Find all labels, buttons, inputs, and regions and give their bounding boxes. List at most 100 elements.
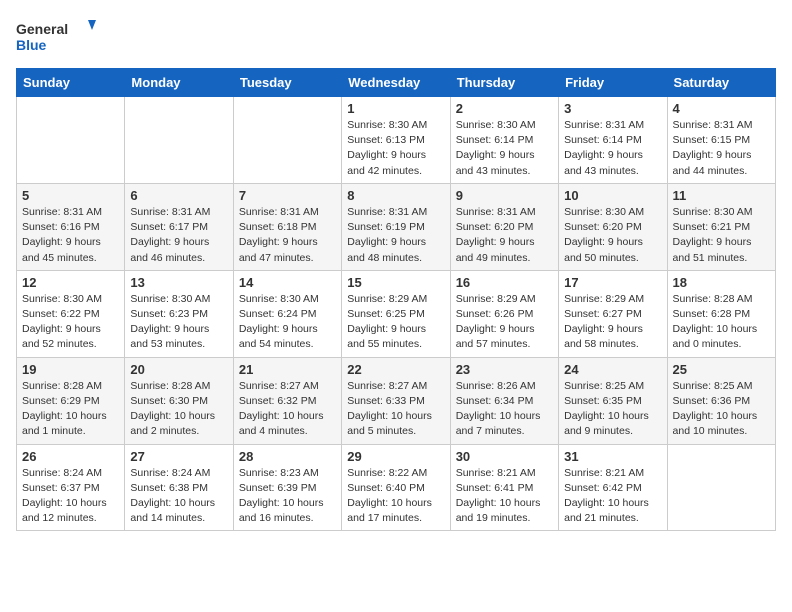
day-number: 20 — [130, 362, 227, 377]
calendar-cell: 7 Sunrise: 8:31 AM Sunset: 6:18 PM Daylig… — [233, 183, 341, 270]
day-number: 4 — [673, 101, 770, 116]
logo: General Blue — [16, 16, 96, 56]
calendar-cell: 9 Sunrise: 8:31 AM Sunset: 6:20 PM Daylig… — [450, 183, 558, 270]
day-number: 16 — [456, 275, 553, 290]
calendar-cell: 15Sunrise: 8:29 AM Sunset: 6:25 PM Dayli… — [342, 270, 450, 357]
week-row-5: 26Sunrise: 8:24 AM Sunset: 6:37 PM Dayli… — [17, 444, 776, 531]
calendar-cell: 22 Sunrise: 8:27 AM Sunset: 6:33 PM Dayli… — [342, 357, 450, 444]
day-info: Sunrise: 8:28 AM Sunset: 6:28 PM Dayligh… — [673, 292, 770, 353]
calendar-cell: 3 Sunrise: 8:31 AM Sunset: 6:14 PM Daylig… — [559, 97, 667, 184]
weekday-header-wednesday: Wednesday — [342, 69, 450, 97]
calendar-table: SundayMondayTuesdayWednesdayThursdayFrid… — [16, 68, 776, 531]
week-row-1: 1 Sunrise: 8:30 AM Sunset: 6:13 PM Daylig… — [17, 97, 776, 184]
day-number: 29 — [347, 449, 444, 464]
day-number: 7 — [239, 188, 336, 203]
day-number: 14 — [239, 275, 336, 290]
logo-icon: General Blue — [16, 16, 96, 56]
day-number: 19 — [22, 362, 119, 377]
calendar-cell — [125, 97, 233, 184]
day-info: Sunrise: 8:29 AM Sunset: 6:27 PM Dayligh… — [564, 292, 661, 353]
calendar-cell: 28Sunrise: 8:23 AM Sunset: 6:39 PM Dayli… — [233, 444, 341, 531]
day-info: Sunrise: 8:30 AM Sunset: 6:23 PM Dayligh… — [130, 292, 227, 353]
calendar-cell: 12 Sunrise: 8:30 AM Sunset: 6:22 PM Dayli… — [17, 270, 125, 357]
calendar-cell: 29Sunrise: 8:22 AM Sunset: 6:40 PM Dayli… — [342, 444, 450, 531]
calendar-cell: 6 Sunrise: 8:31 AM Sunset: 6:17 PM Daylig… — [125, 183, 233, 270]
calendar-cell: 14Sunrise: 8:30 AM Sunset: 6:24 PM Dayli… — [233, 270, 341, 357]
day-number: 25 — [673, 362, 770, 377]
calendar-cell: 30 Sunrise: 8:21 AM Sunset: 6:41 PM Dayli… — [450, 444, 558, 531]
svg-text:Blue: Blue — [16, 37, 47, 53]
calendar-cell: 5 Sunrise: 8:31 AM Sunset: 6:16 PM Daylig… — [17, 183, 125, 270]
day-info: Sunrise: 8:27 AM Sunset: 6:32 PM Dayligh… — [239, 379, 336, 440]
calendar-cell: 1 Sunrise: 8:30 AM Sunset: 6:13 PM Daylig… — [342, 97, 450, 184]
calendar-cell: 21 Sunrise: 8:27 AM Sunset: 6:32 PM Dayli… — [233, 357, 341, 444]
day-info: Sunrise: 8:29 AM Sunset: 6:26 PM Dayligh… — [456, 292, 553, 353]
day-info: Sunrise: 8:30 AM Sunset: 6:13 PM Dayligh… — [347, 118, 444, 179]
calendar-cell: 4 Sunrise: 8:31 AM Sunset: 6:15 PM Daylig… — [667, 97, 775, 184]
day-info: Sunrise: 8:25 AM Sunset: 6:36 PM Dayligh… — [673, 379, 770, 440]
weekday-header-saturday: Saturday — [667, 69, 775, 97]
svg-text:General: General — [16, 21, 68, 37]
calendar-cell: 8Sunrise: 8:31 AM Sunset: 6:19 PM Daylig… — [342, 183, 450, 270]
calendar-cell: 10Sunrise: 8:30 AM Sunset: 6:20 PM Dayli… — [559, 183, 667, 270]
calendar-cell: 16 Sunrise: 8:29 AM Sunset: 6:26 PM Dayli… — [450, 270, 558, 357]
day-number: 6 — [130, 188, 227, 203]
day-number: 3 — [564, 101, 661, 116]
day-number: 12 — [22, 275, 119, 290]
day-info: Sunrise: 8:21 AM Sunset: 6:41 PM Dayligh… — [456, 466, 553, 527]
weekday-header-tuesday: Tuesday — [233, 69, 341, 97]
day-number: 26 — [22, 449, 119, 464]
calendar-cell: 23Sunrise: 8:26 AM Sunset: 6:34 PM Dayli… — [450, 357, 558, 444]
day-number: 22 — [347, 362, 444, 377]
weekday-header-row: SundayMondayTuesdayWednesdayThursdayFrid… — [17, 69, 776, 97]
day-number: 17 — [564, 275, 661, 290]
day-info: Sunrise: 8:31 AM Sunset: 6:15 PM Dayligh… — [673, 118, 770, 179]
day-number: 10 — [564, 188, 661, 203]
calendar-cell: 17 Sunrise: 8:29 AM Sunset: 6:27 PM Dayli… — [559, 270, 667, 357]
day-info: Sunrise: 8:24 AM Sunset: 6:38 PM Dayligh… — [130, 466, 227, 527]
day-number: 9 — [456, 188, 553, 203]
day-info: Sunrise: 8:31 AM Sunset: 6:14 PM Dayligh… — [564, 118, 661, 179]
day-info: Sunrise: 8:27 AM Sunset: 6:33 PM Dayligh… — [347, 379, 444, 440]
weekday-header-thursday: Thursday — [450, 69, 558, 97]
day-number: 23 — [456, 362, 553, 377]
calendar-header: General Blue — [16, 16, 776, 56]
calendar-cell: 19 Sunrise: 8:28 AM Sunset: 6:29 PM Dayli… — [17, 357, 125, 444]
day-info: Sunrise: 8:31 AM Sunset: 6:19 PM Dayligh… — [347, 205, 444, 266]
day-number: 27 — [130, 449, 227, 464]
week-row-2: 5 Sunrise: 8:31 AM Sunset: 6:16 PM Daylig… — [17, 183, 776, 270]
day-info: Sunrise: 8:30 AM Sunset: 6:22 PM Dayligh… — [22, 292, 119, 353]
calendar-cell — [233, 97, 341, 184]
day-info: Sunrise: 8:28 AM Sunset: 6:30 PM Dayligh… — [130, 379, 227, 440]
calendar-cell: 27 Sunrise: 8:24 AM Sunset: 6:38 PM Dayli… — [125, 444, 233, 531]
calendar-cell — [667, 444, 775, 531]
day-number: 13 — [130, 275, 227, 290]
day-number: 18 — [673, 275, 770, 290]
day-number: 21 — [239, 362, 336, 377]
calendar-cell: 18 Sunrise: 8:28 AM Sunset: 6:28 PM Dayli… — [667, 270, 775, 357]
calendar-cell: 26Sunrise: 8:24 AM Sunset: 6:37 PM Dayli… — [17, 444, 125, 531]
day-info: Sunrise: 8:31 AM Sunset: 6:18 PM Dayligh… — [239, 205, 336, 266]
day-info: Sunrise: 8:30 AM Sunset: 6:21 PM Dayligh… — [673, 205, 770, 266]
day-info: Sunrise: 8:30 AM Sunset: 6:14 PM Dayligh… — [456, 118, 553, 179]
day-number: 11 — [673, 188, 770, 203]
day-info: Sunrise: 8:31 AM Sunset: 6:16 PM Dayligh… — [22, 205, 119, 266]
day-info: Sunrise: 8:31 AM Sunset: 6:17 PM Dayligh… — [130, 205, 227, 266]
day-number: 24 — [564, 362, 661, 377]
calendar-cell: 31Sunrise: 8:21 AM Sunset: 6:42 PM Dayli… — [559, 444, 667, 531]
day-number: 5 — [22, 188, 119, 203]
day-info: Sunrise: 8:29 AM Sunset: 6:25 PM Dayligh… — [347, 292, 444, 353]
day-number: 30 — [456, 449, 553, 464]
day-number: 1 — [347, 101, 444, 116]
weekday-header-monday: Monday — [125, 69, 233, 97]
week-row-3: 12 Sunrise: 8:30 AM Sunset: 6:22 PM Dayli… — [17, 270, 776, 357]
day-info: Sunrise: 8:25 AM Sunset: 6:35 PM Dayligh… — [564, 379, 661, 440]
day-info: Sunrise: 8:23 AM Sunset: 6:39 PM Dayligh… — [239, 466, 336, 527]
calendar-cell: 20 Sunrise: 8:28 AM Sunset: 6:30 PM Dayli… — [125, 357, 233, 444]
calendar-cell: 2Sunrise: 8:30 AM Sunset: 6:14 PM Daylig… — [450, 97, 558, 184]
calendar-cell — [17, 97, 125, 184]
weekday-header-friday: Friday — [559, 69, 667, 97]
day-info: Sunrise: 8:21 AM Sunset: 6:42 PM Dayligh… — [564, 466, 661, 527]
day-info: Sunrise: 8:31 AM Sunset: 6:20 PM Dayligh… — [456, 205, 553, 266]
day-info: Sunrise: 8:28 AM Sunset: 6:29 PM Dayligh… — [22, 379, 119, 440]
